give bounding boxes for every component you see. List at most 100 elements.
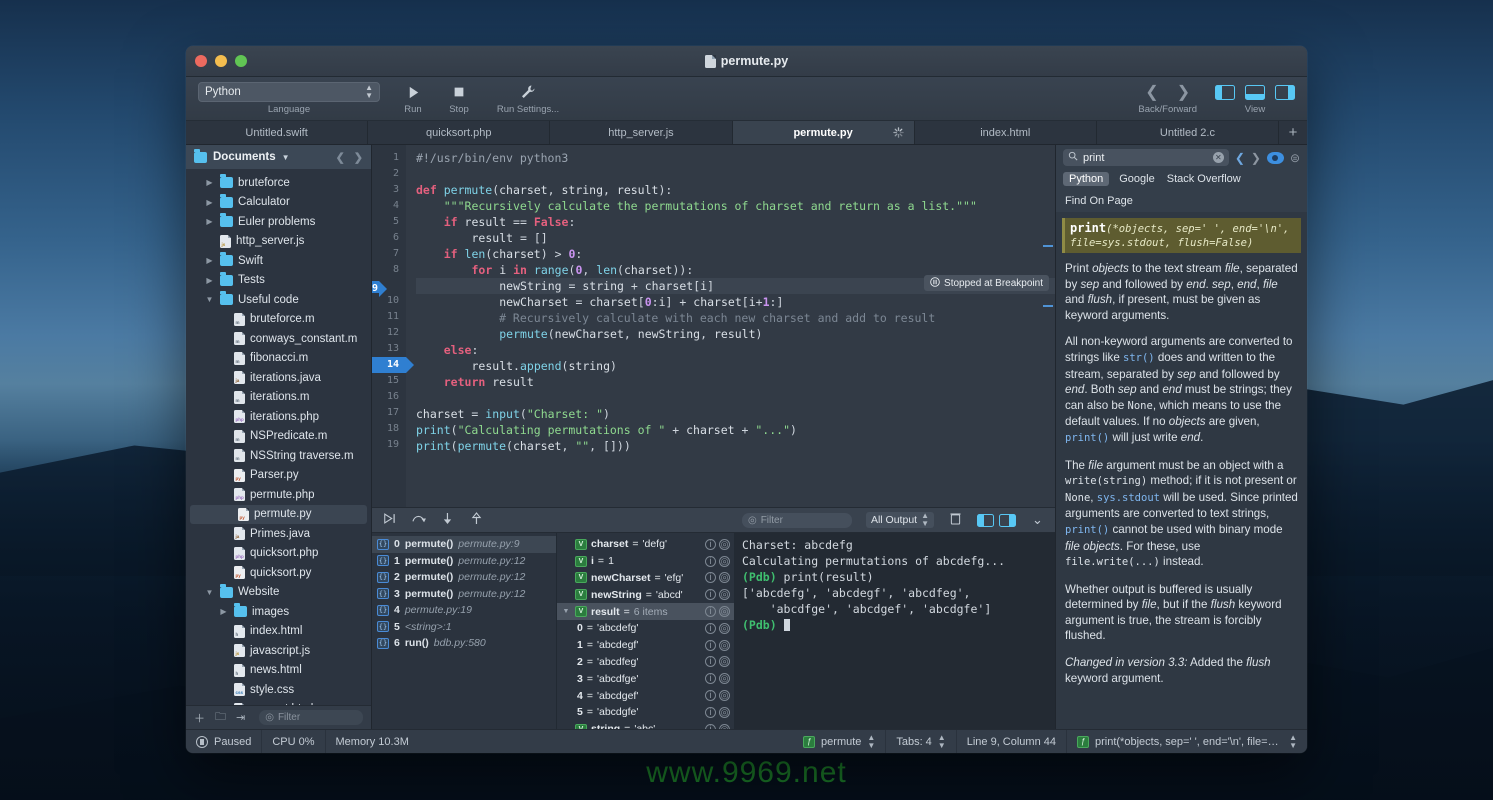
console-panel[interactable]: Charset: abcdefg Calculating permutations…: [735, 533, 1055, 729]
code-line[interactable]: #!/usr/bin/env python3: [416, 150, 1055, 166]
code-line[interactable]: if result == False:: [416, 214, 1055, 230]
stack-frame-row[interactable]: {} 4 permute.py:19: [372, 602, 556, 619]
disclosure-triangle-icon[interactable]: ▶: [204, 256, 215, 265]
code-line[interactable]: charset = input("Charset: "): [416, 406, 1055, 422]
variable-row[interactable]: Vi = 1 i ◎: [557, 553, 734, 570]
toggle-console-panel-icon[interactable]: [999, 513, 1016, 527]
tree-file-row[interactable]: php permute.php: [186, 485, 371, 505]
editor-tab[interactable]: Untitled.swift: [186, 121, 369, 144]
variable-row[interactable]: 0 ='abcdefg' i ◎: [557, 620, 734, 637]
gutter-line-number[interactable]: 12: [372, 325, 406, 341]
code-line[interactable]: print(permute(charset, "", [])): [416, 438, 1055, 454]
status-tabs-select[interactable]: Tabs: 4 ▲ ▼: [886, 730, 957, 753]
clear-console-icon[interactable]: [948, 512, 963, 528]
variable-quicklook-icon[interactable]: ◎: [719, 673, 730, 685]
stack-frame-row[interactable]: {} 6 run() bdb.py:580: [372, 635, 556, 652]
variable-quicklook-icon[interactable]: ◎: [719, 622, 730, 634]
variable-row[interactable]: 2 ='abcdfeg' i ◎: [557, 654, 734, 671]
stack-frame-row[interactable]: {} 0 permute() permute.py:9: [372, 536, 556, 553]
sidebar-filter-input[interactable]: ◎ Filter: [259, 710, 363, 725]
tree-file-row[interactable]: php quicksort.php: [186, 544, 371, 564]
sidebar-header[interactable]: Documents ▼ ❮ ❯: [186, 145, 371, 169]
stop-button[interactable]: Stop: [436, 82, 482, 115]
editor-tab[interactable]: index.html: [915, 121, 1097, 144]
tree-file-row[interactable]: py permute.py: [190, 504, 367, 524]
toggle-left-panel-icon[interactable]: [1215, 84, 1235, 100]
tree-file-row[interactable]: ja iterations.java: [186, 368, 371, 388]
gutter-line-number[interactable]: 8: [372, 262, 406, 278]
clear-search-icon[interactable]: ✕: [1212, 152, 1224, 163]
stack-frame-row[interactable]: {} 1 permute() permute.py:12: [372, 553, 556, 570]
tree-file-row[interactable]: h index.html: [186, 622, 371, 642]
variable-quicklook-icon[interactable]: ◎: [719, 706, 730, 718]
gutter-line-number[interactable]: 14: [372, 357, 414, 373]
variable-quicklook-icon[interactable]: ◎: [719, 589, 730, 601]
variable-row[interactable]: ▼ Vresult = 6 items i ◎: [557, 603, 734, 620]
variable-info-icon[interactable]: i: [705, 690, 716, 702]
back-icon[interactable]: ❮: [1145, 82, 1158, 102]
docs-search-input[interactable]: print ✕: [1063, 149, 1229, 166]
variable-quicklook-icon[interactable]: ◎: [719, 656, 730, 668]
tree-file-row[interactable]: m NSString traverse.m: [186, 446, 371, 466]
step-into-icon[interactable]: [440, 512, 455, 528]
variable-quicklook-icon[interactable]: ◎: [719, 690, 730, 702]
variable-info-icon[interactable]: i: [705, 555, 716, 567]
new-tab-button[interactable]: +: [1279, 121, 1307, 144]
code-area[interactable]: #!/usr/bin/env python3 def permute(chars…: [406, 145, 1055, 507]
variable-row[interactable]: 1 ='abcdegf' i ◎: [557, 637, 734, 654]
code-line[interactable]: result.append(string): [416, 358, 1055, 374]
docs-scope-tab[interactable]: Python: [1063, 172, 1110, 186]
gutter-line-number[interactable]: 9: [372, 281, 387, 297]
toggle-bottom-panel-icon[interactable]: [1245, 84, 1265, 100]
code-line[interactable]: else:: [416, 342, 1055, 358]
docs-scope-tab[interactable]: Google: [1117, 172, 1156, 186]
tree-file-row[interactable]: m conways_constant.m: [186, 329, 371, 349]
editor-tab[interactable]: http_server.js: [550, 121, 733, 144]
sidebar-forward-icon[interactable]: ❯: [354, 151, 363, 164]
stack-frame-row[interactable]: {} 3 permute() permute.py:12: [372, 586, 556, 603]
variable-info-icon[interactable]: i: [705, 538, 716, 550]
tree-file-row[interactable]: h news.html: [186, 661, 371, 681]
gutter-line-number[interactable]: 2: [372, 166, 406, 182]
code-line[interactable]: [416, 166, 1055, 182]
code-editor[interactable]: 1 2 3 4 5 6 7 8 9 10 11 12 13 14 15 16 17 18 19 #!/usr/bin…: [372, 145, 1055, 507]
gutter-line-number[interactable]: 5: [372, 214, 406, 230]
add-file-icon[interactable]: ＋: [194, 710, 205, 726]
tree-folder-row[interactable]: ▶ images: [186, 602, 371, 622]
tree-folder-row[interactable]: ▶ bruteforce: [186, 173, 371, 193]
code-line[interactable]: permute(newCharset, newString, result): [416, 326, 1055, 342]
toggle-right-panel-icon[interactable]: [1275, 84, 1295, 100]
disclosure-triangle-icon[interactable]: ▼: [561, 608, 571, 615]
stack-frame-row[interactable]: {} 2 permute() permute.py:12: [372, 569, 556, 586]
gutter-line-number[interactable]: 10: [372, 293, 406, 309]
stack-frame-row[interactable]: {} 5 <string>:1: [372, 619, 556, 636]
tree-folder-row[interactable]: ▶ Swift: [186, 251, 371, 271]
tree-file-row[interactable]: php iterations.php: [186, 407, 371, 427]
code-line[interactable]: [416, 390, 1055, 406]
variable-row[interactable]: Vcharset ='defg' i ◎: [557, 536, 734, 553]
code-line[interactable]: newCharset = charset[0:i] + charset[i+1:…: [416, 294, 1055, 310]
variable-info-icon[interactable]: i: [705, 673, 716, 685]
tree-file-row[interactable]: m bruteforce.m: [186, 310, 371, 330]
tree-file-row[interactable]: m NSPredicate.m: [186, 427, 371, 447]
tree-folder-row[interactable]: ▼ Useful code: [186, 290, 371, 310]
disclosure-triangle-icon[interactable]: ▶: [218, 607, 229, 616]
tree-file-row[interactable]: css style.css: [186, 680, 371, 700]
gutter-line-number[interactable]: 17: [372, 405, 406, 421]
gutter-line-number[interactable]: 16: [372, 389, 406, 405]
gutter-line-number[interactable]: 3: [372, 182, 406, 198]
tree-file-row[interactable]: ja Primes.java: [186, 524, 371, 544]
variable-quicklook-icon[interactable]: ◎: [719, 606, 730, 618]
tree-folder-row[interactable]: ▶ Euler problems: [186, 212, 371, 232]
gutter-line-number[interactable]: 18: [372, 421, 406, 437]
editor-tab[interactable]: Untitled 2.c: [1097, 121, 1280, 144]
tree-file-row[interactable]: py quicksort.py: [186, 563, 371, 583]
code-line[interactable]: print("Calculating permutations of " + c…: [416, 422, 1055, 438]
run-button[interactable]: Run: [390, 82, 436, 115]
output-scope-select[interactable]: All Output ▲ ▼: [865, 512, 934, 528]
call-stack-panel[interactable]: {} 0 permute() permute.py:9 {} 1 permute() perm…: [372, 533, 557, 729]
variable-quicklook-icon[interactable]: ◎: [719, 639, 730, 651]
new-folder-icon[interactable]: 🗀: [215, 708, 226, 727]
code-line[interactable]: if len(charset) > 0:: [416, 246, 1055, 262]
variable-quicklook-icon[interactable]: ◎: [719, 555, 730, 567]
